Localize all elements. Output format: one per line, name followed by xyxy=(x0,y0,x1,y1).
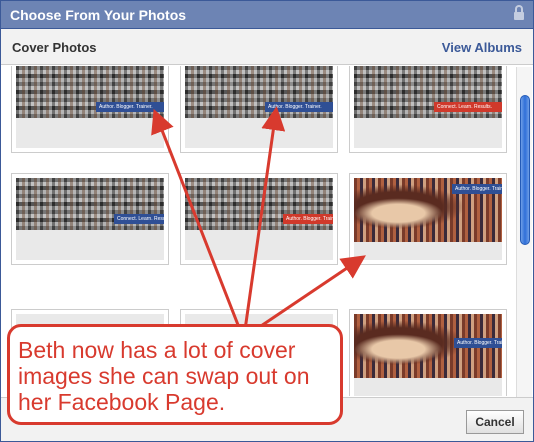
scrollbar-thumb[interactable] xyxy=(520,95,530,245)
cover-photo-tile[interactable]: Author. Blogger. Trainer. xyxy=(349,309,507,396)
tile-band-text: Author. Blogger. Trainer. xyxy=(455,186,502,192)
cover-photo-tile[interactable]: Author. Blogger. Trainer. xyxy=(11,66,169,153)
tile-band-text: Author. Blogger. Trainer. xyxy=(457,340,502,346)
tile-band-text: Author. Blogger. Trainer. xyxy=(286,216,333,222)
lock-icon xyxy=(514,5,524,21)
dialog-titlebar: Choose From Your Photos xyxy=(1,1,533,29)
vertical-scrollbar[interactable] xyxy=(516,67,532,397)
tile-band-text: Connect. Learn. Results. xyxy=(117,216,164,222)
cancel-button[interactable]: Cancel xyxy=(466,410,524,434)
tile-band-text: Author. Blogger. Trainer. xyxy=(268,104,322,110)
album-subheader: Cover Photos View Albums xyxy=(1,29,533,65)
annotation-callout: Beth now has a lot of cover images she c… xyxy=(7,324,343,425)
tile-band-text: Author. Blogger. Trainer. xyxy=(99,104,153,110)
view-albums-link[interactable]: View Albums xyxy=(442,40,522,55)
cover-photo-tile[interactable]: Author. Blogger. Trainer. xyxy=(180,66,338,153)
cover-photo-tile[interactable]: Connect. Learn. Results. xyxy=(349,66,507,153)
dialog-title: Choose From Your Photos xyxy=(10,7,187,23)
tile-band-text: Connect. Learn. Results. xyxy=(437,104,493,110)
cover-photo-tile[interactable]: Connect. Learn. Results. xyxy=(11,173,169,265)
callout-text: Beth now has a lot of cover images she c… xyxy=(18,337,310,415)
cover-photo-tile[interactable]: Author. Blogger. Trainer. xyxy=(349,173,507,265)
album-label: Cover Photos xyxy=(12,40,97,55)
cover-photo-tile[interactable]: Author. Blogger. Trainer. xyxy=(180,173,338,265)
